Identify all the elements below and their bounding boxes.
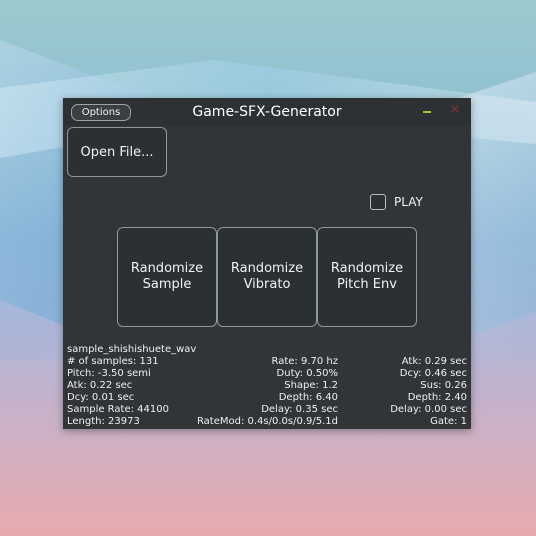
title-bar: Options Game-SFX-Generator × <box>63 98 471 126</box>
vibrato-ratemod: RateMod: 0.4s/0.0s/0.9/5.1d <box>196 416 338 427</box>
play-toggle[interactable]: PLAY <box>370 194 423 210</box>
vibrato-shape: Shape: 1.2 <box>284 380 338 391</box>
info-attack: Atk: 0.22 sec <box>67 380 133 391</box>
vibrato-duty: Duty: 0.50% <box>276 368 338 379</box>
vibrato-delay: Delay: 0.35 sec <box>261 404 338 415</box>
info-pitch: Pitch: -3.50 semi <box>67 368 151 379</box>
env-depth: Depth: 2.40 <box>407 392 467 403</box>
randomize-pitch-env-button[interactable]: Randomize Pitch Env <box>317 227 417 327</box>
window-title: Game-SFX-Generator <box>192 104 342 120</box>
info-sample-rate: Sample Rate: 44100 <box>67 404 169 415</box>
env-decay: Dcy: 0.46 sec <box>399 368 467 379</box>
env-sustain: Sus: 0.26 <box>420 380 467 391</box>
open-file-button[interactable]: Open File... <box>67 127 167 177</box>
env-delay: Delay: 0.00 sec <box>390 404 467 415</box>
vibrato-rate: Rate: 9.70 hz <box>271 356 338 367</box>
vibrato-depth: Depth: 6.40 <box>278 392 338 403</box>
info-decay: Dcy: 0.01 sec <box>67 392 135 403</box>
minimize-icon[interactable] <box>423 111 431 113</box>
close-icon[interactable]: × <box>449 103 461 116</box>
play-label: PLAY <box>394 195 423 209</box>
env-gate: Gate: 1 <box>430 416 467 427</box>
sample-filename: sample_shishishuete_wav <box>67 344 197 355</box>
app-window: Options Game-SFX-Generator × Open File..… <box>63 98 471 429</box>
play-checkbox[interactable] <box>370 194 386 210</box>
randomize-sample-button[interactable]: Randomize Sample <box>117 227 217 327</box>
randomize-vibrato-button[interactable]: Randomize Vibrato <box>217 227 317 327</box>
info-samples: # of samples: 131 <box>67 356 159 367</box>
env-attack: Atk: 0.29 sec <box>401 356 467 367</box>
info-length: Length: 23973 <box>67 416 140 427</box>
